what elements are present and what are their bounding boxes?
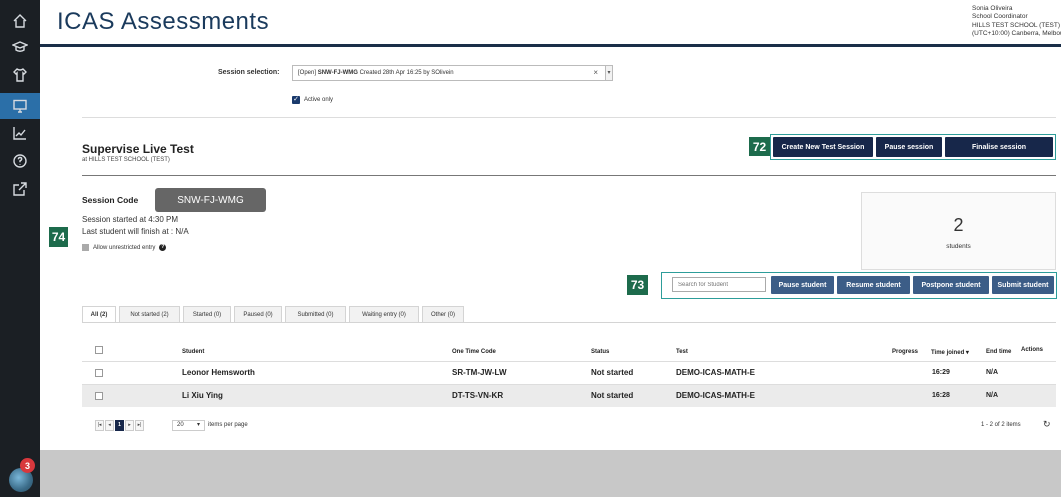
postpone-student-button[interactable]: Postpone student	[913, 276, 989, 294]
cell-one-time-code: SR-TM-JW-LW	[452, 368, 507, 377]
help-circle-icon[interactable]	[0, 148, 40, 174]
finalise-session-button[interactable]: Finalise session	[945, 137, 1053, 157]
user-role: School Coordinator	[972, 13, 1028, 21]
footer-area	[40, 450, 1061, 497]
search-student-input[interactable]	[672, 277, 766, 292]
page-title: Supervise Live Test	[82, 142, 194, 156]
cell-status: Not started	[591, 368, 634, 377]
tab-started[interactable]: Started (0)	[183, 306, 231, 322]
student-count-label: students	[946, 243, 971, 250]
sidebar: 3	[0, 0, 40, 497]
home-icon[interactable]	[0, 8, 40, 34]
session-select-prefix: [Open]	[298, 70, 318, 76]
column-header-progress[interactable]: Progress	[892, 349, 918, 355]
external-link-icon[interactable]	[0, 176, 40, 202]
create-new-test-session-button[interactable]: Create New Test Session	[773, 137, 873, 157]
column-header-status[interactable]: Status	[591, 349, 609, 355]
submit-student-button[interactable]: Submit student	[992, 276, 1054, 294]
prev-page-button[interactable]: ◂	[105, 420, 114, 431]
tabs-underline	[82, 322, 1056, 323]
cell-status: Not started	[591, 391, 634, 400]
first-page-button[interactable]: |◂	[95, 420, 104, 431]
items-per-page-value: 20	[177, 422, 184, 428]
session-select[interactable]: [Open] SNW-FJ-WMG Created 28th Apr 16:25…	[292, 65, 613, 81]
divider	[82, 175, 1056, 176]
session-select-suffix: Created 28th Apr 16:25 by SOlivein	[357, 70, 454, 76]
session-select-code: SNW-FJ-WMG	[317, 70, 358, 76]
column-header-test[interactable]: Test	[676, 349, 688, 355]
resume-student-button[interactable]: Resume student	[837, 276, 910, 294]
column-header-time-joined[interactable]: Time joined ▾	[931, 349, 969, 356]
last-page-button[interactable]: ▸|	[135, 420, 144, 431]
clear-selection-icon[interactable]: ×	[593, 66, 598, 80]
user-timezone: (UTC+10:00) Canberra, Melbourne, Sydney	[972, 30, 1061, 38]
user-name: Sonia Oliveira	[972, 5, 1013, 12]
table-row[interactable]: Li Xiu Ying DT-TS-VN-KR Not started DEMO…	[82, 385, 1056, 407]
page-subtitle: at HILLS TEST SCHOOL (TEST)	[82, 157, 170, 163]
tab-paused[interactable]: Paused (0)	[234, 306, 282, 322]
next-page-button[interactable]: ▸	[125, 420, 134, 431]
column-header-one-time-code[interactable]: One Time Code	[452, 349, 496, 355]
student-count-card: 2 students	[861, 192, 1056, 270]
header: ICAS Assessments Sonia Oliveira School C…	[40, 0, 1061, 46]
cell-one-time-code: DT-TS-VN-KR	[452, 391, 504, 400]
row-checkbox[interactable]	[95, 392, 103, 400]
cell-end-time: N/A	[986, 392, 999, 399]
cell-time-joined: 16:28	[932, 392, 950, 399]
active-only-toggle[interactable]: ✓ Active only	[292, 96, 333, 104]
session-started-text: Session started at 4:30 PM	[82, 215, 179, 224]
shirt-icon[interactable]	[0, 62, 40, 88]
session-code-badge: SNW-FJ-WMG	[155, 188, 266, 212]
refresh-icon[interactable]: ↻	[1043, 419, 1051, 430]
allow-unrestricted-entry[interactable]: Allow unrestricted entry ?	[82, 244, 167, 251]
table-row[interactable]: Leonor Hemsworth SR-TM-JW-LW Not started…	[82, 362, 1056, 384]
tab-all[interactable]: All (2)	[82, 306, 116, 322]
column-header-student[interactable]: Student	[182, 349, 204, 355]
cell-test: DEMO-ICAS-MATH-E	[676, 391, 755, 400]
cell-test: DEMO-ICAS-MATH-E	[676, 368, 755, 377]
select-all-checkbox[interactable]	[95, 346, 103, 354]
chevron-down-icon: ▾	[196, 422, 200, 428]
items-per-page-select[interactable]: 20 ▾	[172, 420, 205, 431]
tab-submitted[interactable]: Submitted (0)	[285, 306, 346, 322]
tab-not-started[interactable]: Not started (2)	[119, 306, 180, 322]
items-range-text: 1 - 2 of 2 items	[981, 422, 1021, 428]
row-checkbox[interactable]	[95, 369, 103, 377]
app-window: 3 ICAS Assessments Sonia Oliveira School…	[0, 0, 1061, 497]
column-header-end-time[interactable]: End time	[986, 349, 1011, 355]
session-selection-label: Session selection:	[218, 69, 280, 76]
line-chart-icon[interactable]	[0, 120, 40, 146]
cell-student: Leonor Hemsworth	[182, 368, 255, 377]
items-per-page-label: items per page	[208, 422, 248, 428]
chevron-down-icon[interactable]: ▾	[605, 65, 613, 81]
graduation-cap-icon[interactable]	[0, 34, 40, 60]
allow-unrestricted-label: Allow unrestricted entry	[93, 244, 156, 251]
student-count-value: 2	[953, 215, 964, 235]
pause-student-button[interactable]: Pause student	[771, 276, 834, 294]
monitor-icon[interactable]	[0, 93, 40, 119]
pause-session-button[interactable]: Pause session	[876, 137, 942, 157]
cell-student: Li Xiu Ying	[182, 391, 223, 400]
tab-waiting-entry[interactable]: Waiting entry (0)	[349, 306, 419, 322]
cell-end-time: N/A	[986, 369, 999, 376]
active-only-checkbox[interactable]: ✓	[292, 96, 300, 104]
callout-marker-73: 73	[627, 275, 648, 295]
divider	[82, 117, 1056, 118]
cell-time-joined: 16:29	[932, 369, 950, 376]
app-title: ICAS Assessments	[57, 8, 270, 35]
callout-marker-72: 72	[749, 137, 770, 156]
callout-marker-74: 74	[49, 227, 68, 247]
notification-badge: 3	[20, 458, 35, 473]
tab-other[interactable]: Other (0)	[422, 306, 464, 322]
active-only-label: Active only	[304, 97, 334, 103]
help-icon[interactable]: ?	[159, 244, 167, 251]
allow-unrestricted-checkbox[interactable]	[82, 244, 89, 251]
user-school: HILLS TEST SCHOOL (TEST)	[972, 21, 1061, 29]
column-header-actions: Actions	[1021, 347, 1044, 353]
main-content: Session selection: [Open] SNW-FJ-WMG Cre…	[40, 47, 1061, 450]
session-code-label: Session Code	[82, 195, 139, 205]
current-page-button[interactable]: 1	[115, 420, 124, 431]
last-finish-text: Last student will finish at : N/A	[82, 227, 189, 236]
user-info[interactable]: Sonia Oliveira School Coordinator HILLS …	[972, 5, 1061, 39]
